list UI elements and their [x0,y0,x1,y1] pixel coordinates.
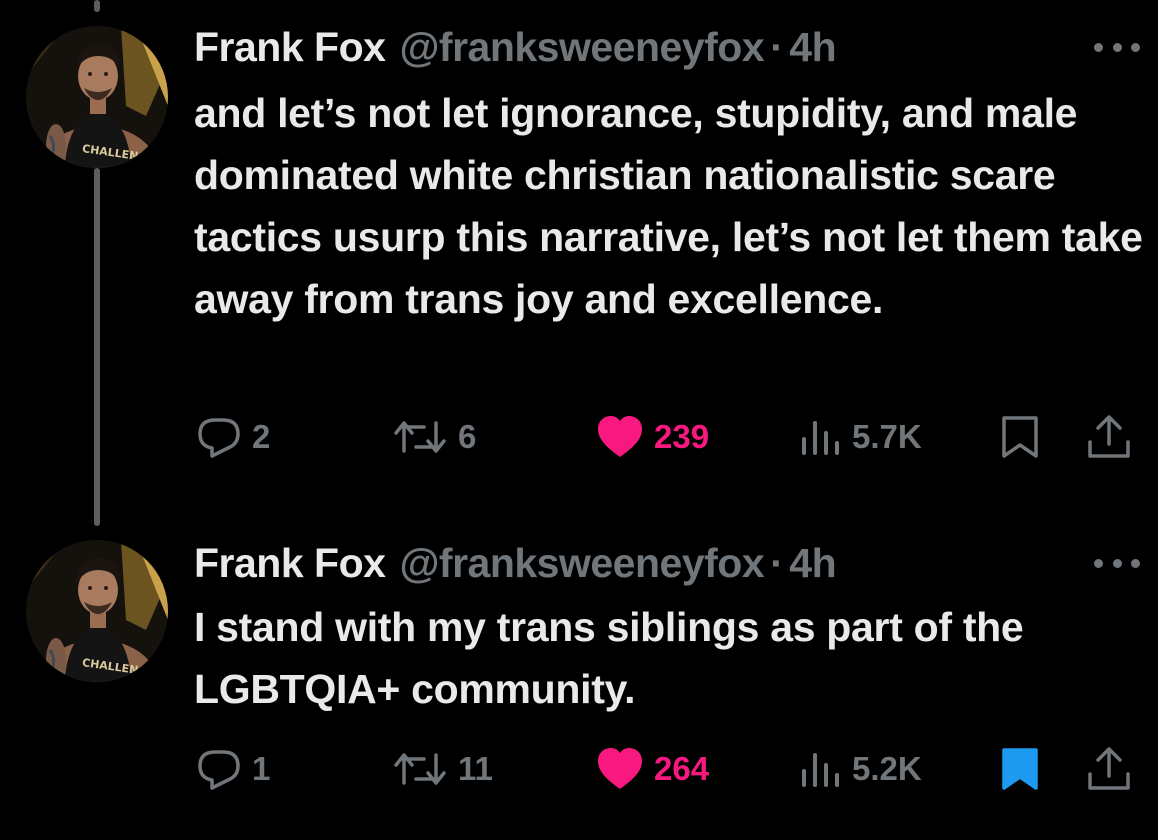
share-button[interactable] [1086,744,1132,794]
repost-icon [394,421,446,453]
repost-button[interactable]: 11 [392,744,493,794]
bookmark-button[interactable] [1000,412,1040,462]
repost-count: 11 [458,750,493,787]
reply-icon [198,418,240,458]
reply-button[interactable]: 1 [196,744,270,794]
more-icon[interactable] [1094,37,1140,57]
share-icon [1088,415,1130,458]
tweet-text: and let’s not let ignorance, stupidity, … [194,90,1143,322]
reply-button[interactable]: 2 [196,412,270,462]
avatar[interactable]: CHALLENGE [26,26,168,168]
separator-dot: · [770,23,784,70]
views-icon [802,421,839,455]
display-name[interactable]: Frank Fox [194,24,386,71]
timeline: CHALLENGE Frank Fox @franksweeneyfox · 4… [0,0,1158,840]
views-button[interactable]: 5.2K [800,744,922,794]
separator-dot: · [770,539,784,586]
thread-connector-top [94,0,100,12]
more-icon[interactable] [1094,553,1140,573]
repost-icon [394,753,446,785]
heart-icon [598,748,642,789]
like-count: 239 [654,418,710,455]
reply-count: 2 [252,418,271,455]
views-button[interactable]: 5.7K [800,412,922,462]
views-count: 5.2K [852,750,922,787]
views-count: 5.7K [852,418,922,455]
reply-icon [198,750,240,790]
repost-button[interactable]: 6 [392,412,476,462]
heart-icon [598,416,642,457]
tweet-actions: 1 11 264 5.2K [0,744,1158,794]
display-name[interactable]: Frank Fox [194,540,386,587]
tweet-header: Frank Fox @franksweeneyfox · 4h [194,538,837,588]
like-button[interactable]: 239 [596,412,709,462]
user-handle[interactable]: @franksweeneyfox [399,24,764,71]
tweet-text: I stand with my trans siblings as part o… [194,604,1024,712]
reply-count: 1 [252,750,271,787]
bookmark-button[interactable] [1000,744,1040,794]
bookmark-icon [1002,416,1038,458]
share-icon [1088,747,1130,790]
repost-count: 6 [458,418,477,455]
tweet-header: Frank Fox @franksweeneyfox · 4h [194,22,837,72]
user-handle[interactable]: @franksweeneyfox [399,540,764,587]
avatar[interactable]: CHALLENGE [26,540,168,682]
like-count: 264 [654,750,710,787]
timestamp[interactable]: 4h [789,24,836,71]
like-button[interactable]: 264 [596,744,709,794]
thread-connector [94,168,100,526]
tweet-actions: 2 6 239 5.7K [0,412,1158,462]
bookmark-icon [1002,748,1038,790]
timestamp[interactable]: 4h [789,540,836,587]
views-icon [802,753,839,787]
share-button[interactable] [1086,412,1132,462]
